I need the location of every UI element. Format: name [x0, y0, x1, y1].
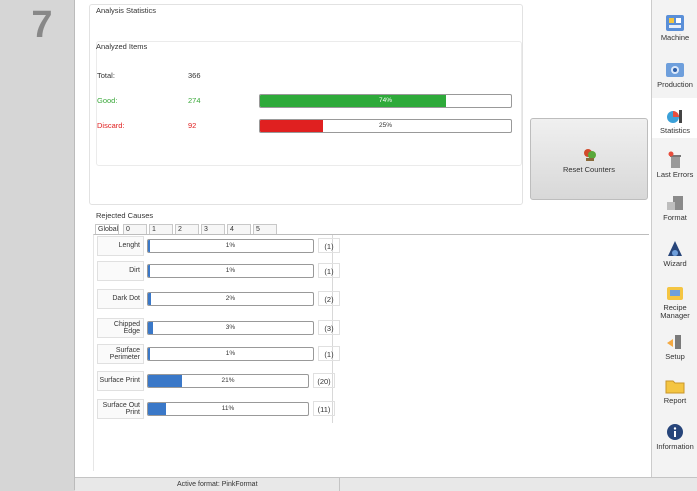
cause-name: Dark Dot [97, 289, 144, 309]
cause-name: Surface Print [97, 371, 144, 391]
cause-progress-bar: 21% [147, 374, 309, 388]
sidebar-item-label: Production [657, 80, 693, 89]
cause-count: (1) [318, 238, 340, 253]
good-percent-label: 74% [378, 97, 392, 104]
status-bar: Active format: PinkFormat [75, 477, 697, 491]
information-icon [665, 423, 685, 441]
cause-count: (1) [318, 263, 340, 278]
status-cell: Active format: PinkFormat [89, 478, 340, 491]
cause-count: (11) [313, 401, 335, 416]
sidebar-item-machine[interactable]: Machine [652, 5, 697, 45]
sidebar-item-format[interactable]: Format [652, 185, 697, 225]
cause-count: (1) [318, 346, 340, 361]
wizard-icon [665, 240, 685, 258]
sidebar-item-label: Wizard [663, 259, 687, 268]
cause-progress-bar: 2% [147, 292, 314, 306]
cause-name: Surface Out Print [97, 399, 144, 419]
cause-name: Surface Perimeter [97, 344, 144, 364]
sidebar-item-setup[interactable]: Setup [652, 324, 697, 364]
sidebar-item-label: Setup [665, 352, 685, 361]
sidebar-item-label: Report [663, 396, 687, 405]
tab-0[interactable]: 0 [123, 224, 147, 234]
sidebar-item-recipe-manager[interactable]: Recipe Manager [652, 279, 697, 323]
cause-name: Dirt [97, 261, 144, 281]
tab-4[interactable]: 4 [227, 224, 251, 234]
last-errors-icon [665, 151, 685, 169]
sidebar-item-label: Last Errors [656, 170, 694, 179]
sidebar-item-label: Information [656, 442, 694, 451]
sidebar-item-label: Machine [660, 33, 690, 42]
cause-name: Lenght [97, 236, 144, 256]
cause-percent-label: 1% [225, 242, 236, 249]
cause-count: (3) [318, 320, 340, 335]
cause-count: (2) [318, 291, 340, 306]
tab-1[interactable]: 1 [149, 224, 173, 234]
cause-progress-bar: 1% [147, 264, 314, 278]
reset-counters-button[interactable]: Reset Counters [530, 118, 648, 200]
sidebar-item-label: Recipe Manager [660, 303, 690, 320]
analysis-statistics-title: Analysis Statistics [96, 6, 157, 15]
discard-label: Discard: [97, 121, 125, 130]
sidebar-item-report[interactable]: Report [652, 368, 697, 408]
cause-name: Chipped Edge [97, 318, 144, 338]
recipe-manager-icon [665, 284, 685, 302]
rejected-causes-title: Rejected Causes [96, 211, 154, 220]
analysis-statistics-panel: Analysis Statistics Analyzed Items Total… [89, 4, 523, 205]
application-window: Analysis Statistics Analyzed Items Total… [74, 0, 697, 491]
cause-percent-label: 3% [225, 324, 236, 331]
tab-global[interactable]: Global [95, 224, 119, 234]
format-icon [665, 194, 685, 212]
cause-count: (20) [313, 373, 335, 388]
sidebar-item-label: Format [663, 213, 687, 222]
statistics-icon [665, 107, 685, 125]
sidebar-item-information[interactable]: Information [652, 414, 697, 454]
cause-percent-label: 21% [221, 377, 235, 384]
cause-percent-label: 2% [225, 295, 236, 302]
machine-icon [665, 14, 685, 32]
tab-5[interactable]: 5 [253, 224, 277, 234]
cause-percent-label: 1% [225, 267, 236, 274]
discard-value: 92 [188, 121, 197, 130]
sidebar-item-production[interactable]: Production [652, 52, 697, 92]
sidebar: Machine Production Statistics Last Error… [651, 0, 697, 477]
total-label: Total: [97, 71, 115, 80]
analyzed-items-panel: Analyzed Items Total: 366 Good: 274 74% … [96, 41, 522, 166]
active-format-text: Active format: PinkFormat [177, 481, 258, 488]
production-icon [665, 61, 685, 79]
cause-progress-bar: 1% [147, 239, 314, 253]
discard-percent-label: 25% [378, 122, 392, 129]
sidebar-item-last-errors[interactable]: Last Errors [652, 142, 697, 182]
discard-progress-bar: 25% [259, 119, 512, 133]
cause-progress-bar: 3% [147, 321, 314, 335]
analyzed-items-title: Analyzed Items [96, 42, 148, 51]
good-label: Good: [97, 96, 118, 105]
report-icon [665, 377, 685, 395]
cause-progress-bar: 11% [147, 402, 309, 416]
cause-percent-label: 1% [225, 350, 236, 357]
total-value: 366 [188, 71, 201, 80]
cause-percent-label: 11% [221, 405, 235, 412]
sidebar-item-label: Statistics [659, 126, 690, 135]
step-number: 7 [31, 4, 53, 46]
statistics-view: Analysis Statistics Analyzed Items Total… [75, 0, 652, 477]
reset-counters-icon [582, 148, 598, 162]
cause-progress-bar: 1% [147, 347, 314, 361]
tab-3[interactable]: 3 [201, 224, 225, 234]
tab-2[interactable]: 2 [175, 224, 199, 234]
sidebar-item-statistics[interactable]: Statistics [652, 98, 697, 138]
sidebar-item-wizard[interactable]: Wizard [652, 231, 697, 271]
reset-counters-label: Reset Counters [562, 165, 616, 174]
good-value: 274 [188, 96, 201, 105]
setup-icon [665, 333, 685, 351]
good-progress-bar: 74% [259, 94, 512, 108]
